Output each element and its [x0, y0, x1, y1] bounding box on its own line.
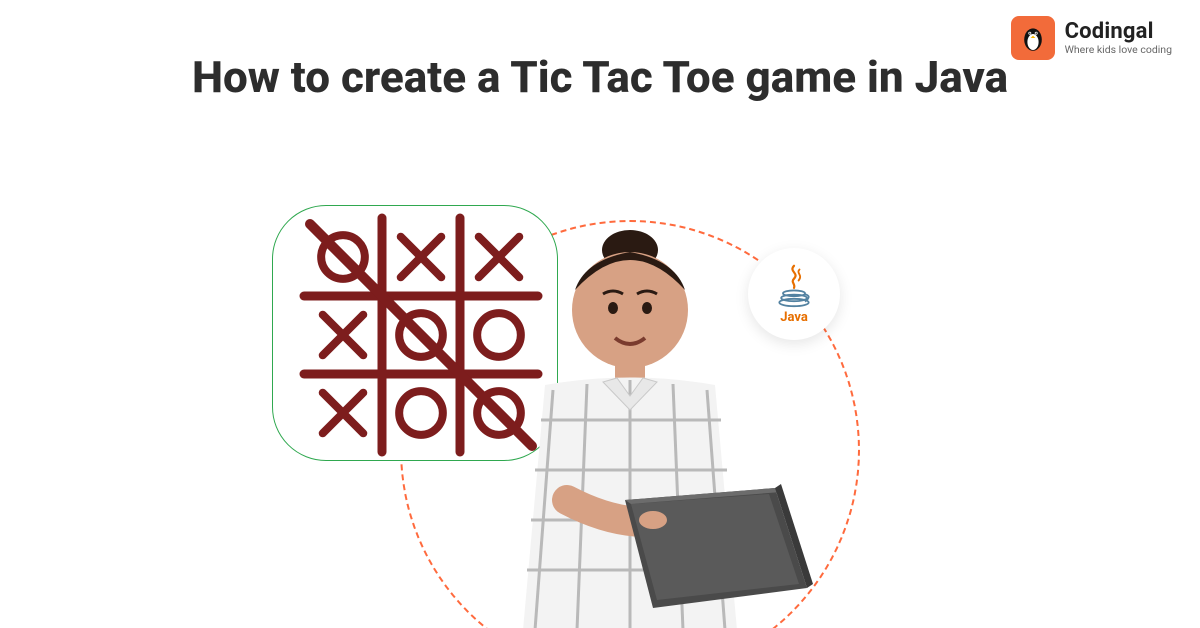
- brand-name: Codingal: [1065, 20, 1172, 44]
- laptop-icon: [625, 484, 813, 608]
- page-title: How to create a Tic Tac Toe game in Java: [0, 50, 1200, 105]
- java-icon: [774, 264, 814, 308]
- illustration-stage: Java: [0, 180, 1200, 628]
- java-label: Java: [780, 310, 808, 325]
- java-badge: Java: [748, 248, 840, 340]
